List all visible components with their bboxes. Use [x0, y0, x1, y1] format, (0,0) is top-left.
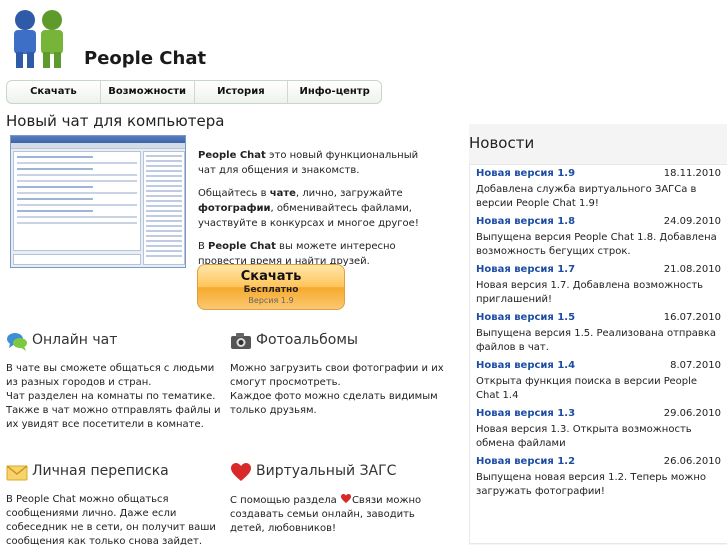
news-item-date: 18.11.2010 — [663, 168, 721, 179]
news-item-link[interactable]: Новая версия 1.7 — [476, 264, 575, 279]
feature-text: В People Chat можно общаться сообщениями… — [6, 494, 216, 545]
feature-text: В чате вы сможете общаться с людьми из р… — [6, 363, 221, 430]
nav-item-download[interactable]: Скачать — [7, 81, 101, 103]
intro-text: People Chat это новый функциональный чат… — [198, 148, 434, 277]
heart-icon — [340, 494, 351, 503]
news-item-link[interactable]: Новая версия 1.5 — [476, 312, 575, 327]
news-item-date: 8.07.2010 — [670, 360, 721, 371]
news-item-link[interactable]: Новая версия 1.9 — [476, 168, 575, 183]
news-item-link[interactable]: Новая версия 1.3 — [476, 408, 575, 423]
news-item-link[interactable]: Новая версия 1.4 — [476, 360, 575, 375]
news-item-text: Добавлена служба виртуального ЗАГСа в ве… — [476, 184, 697, 209]
news-item-link[interactable]: Новая версия 1.8 — [476, 216, 575, 231]
news-panel: Новости Новая версия 1.9 18.11.2010 Добавл… — [469, 124, 727, 545]
news-item: Новая версия 1.3 29.06.2010 Новая версия 1… — [470, 405, 727, 453]
nav-item-info-center[interactable]: Инфо-центр — [288, 81, 381, 103]
page-heading: Новый чат для компьютера — [6, 112, 225, 130]
news-heading: Новости — [469, 134, 535, 152]
app-screenshot-toolbar — [11, 143, 185, 149]
news-item-date: 16.07.2010 — [663, 312, 721, 323]
feature-title: Фотоальбомы — [256, 332, 358, 348]
header: People Chat — [0, 0, 727, 78]
nav-item-history[interactable]: История — [195, 81, 289, 103]
app-screenshot-titlebar — [11, 136, 185, 143]
news-item-date: 29.06.2010 — [663, 408, 721, 419]
feature-title: Виртуальный ЗАГС — [256, 463, 397, 479]
news-item: Новая версия 1.8 24.09.2010 Выпущена верси… — [470, 213, 727, 261]
app-screenshot-user-list — [143, 151, 185, 265]
app-screenshot-chat-area — [13, 151, 141, 251]
news-item-text: Новая версия 1.7. Добавлена возможность … — [476, 280, 704, 305]
app-screenshot-input — [13, 254, 141, 265]
nav-item-features[interactable]: Возможности — [101, 81, 195, 103]
intro-paragraph-2: Общайтесь в чате, лично, загружайте фото… — [198, 188, 419, 229]
chat-bubbles-icon — [7, 333, 27, 351]
news-item-text: Выпущена новая версия 1.2. Теперь можно … — [476, 472, 707, 497]
news-item-header: Новая версия 1.2 26.06.2010 — [476, 456, 721, 471]
app-screenshot[interactable] — [10, 135, 186, 268]
site-title[interactable]: People Chat — [84, 48, 206, 69]
news-item: Новая версия 1.2 26.06.2010 Выпущена новая… — [470, 453, 727, 501]
intro-paragraph-1: People Chat это новый функциональный чат… — [198, 150, 419, 176]
news-item-header: Новая версия 1.3 29.06.2010 — [476, 408, 721, 423]
news-item-text: Выпущена версия People Chat 1.8. Добавле… — [476, 232, 717, 257]
envelope-icon — [6, 465, 28, 481]
news-item-text: Открыта функция поиска в версии People C… — [476, 376, 698, 401]
heart-icon — [231, 463, 251, 481]
news-item-header: Новая версия 1.5 16.07.2010 — [476, 312, 721, 327]
feature-title: Личная переписка — [32, 463, 169, 479]
download-button-version: Версия 1.9 — [248, 296, 294, 305]
news-item-text: Новая версия 1.3. Открыта возможность об… — [476, 424, 692, 449]
news-item-text: Выпущена версия 1.5. Реализована отправк… — [476, 328, 716, 353]
main-nav: Скачать Возможности История Инфо-центр — [6, 80, 382, 104]
download-button[interactable]: Скачать Бесплатно Версия 1.9 — [197, 264, 345, 310]
feature-title: Онлайн чат — [32, 332, 118, 348]
feature-text: Можно загрузить свои фотографии и их смо… — [230, 363, 444, 416]
news-item: Новая версия 1.5 16.07.2010 Выпущена верси… — [470, 309, 727, 357]
news-item-header: Новая версия 1.7 21.08.2010 — [476, 264, 721, 279]
news-item-date: 21.08.2010 — [663, 264, 721, 275]
news-list: Новая версия 1.9 18.11.2010 Добавлена служ… — [469, 164, 727, 544]
camera-icon — [231, 333, 251, 349]
news-item-link[interactable]: Новая версия 1.2 — [476, 456, 575, 471]
news-item: Новая версия 1.4 8.07.2010 Открыта функция… — [470, 357, 727, 405]
news-item-header: Новая версия 1.9 18.11.2010 — [476, 168, 721, 183]
news-item-header: Новая версия 1.4 8.07.2010 — [476, 360, 721, 375]
feature-text: С помощью раздела Связи можно создавать … — [230, 494, 422, 534]
news-item-header: Новая версия 1.8 24.09.2010 — [476, 216, 721, 231]
logo-two-people-icon[interactable] — [6, 8, 70, 70]
news-item-date: 24.09.2010 — [663, 216, 721, 227]
news-item: Новая версия 1.9 18.11.2010 Добавлена служ… — [470, 165, 727, 213]
download-button-free: Бесплатно — [243, 285, 299, 295]
news-item-date: 26.06.2010 — [663, 456, 721, 467]
news-item: Новая версия 1.7 21.08.2010 Новая версия 1… — [470, 261, 727, 309]
download-button-label: Скачать — [240, 269, 302, 284]
